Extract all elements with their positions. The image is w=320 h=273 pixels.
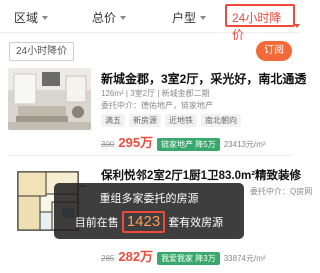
filter-bar: 区域 总价 户型 24小时降价 [0,0,300,42]
current-price: 295万 [118,135,154,150]
filter-24h-label: 24小时降价 [232,11,282,42]
current-price: 282万 [118,249,154,264]
filter-area-label: 区域 [14,11,39,25]
tag: 新房源 [129,114,161,127]
chevron-down-icon [200,15,207,20]
listing-count-toast: 重组多家委托的房源 目前在售 1423 套有效房源 [54,183,244,239]
old-price: 285 [101,254,115,263]
listing-price-row: 300 295万 链家地产 降5万 23413元/m² [101,132,266,151]
toast-prefix: 目前在售 [74,217,119,229]
filter-total-price[interactable]: 总价 [92,9,127,26]
listing-agent: 委托中介：德佑地产，链家地产 [101,101,213,110]
listing-info: 126m² | 3室2厅 | 新城金郡二期 [101,89,210,98]
chevron-down-icon [42,15,49,20]
price-drop-badge: 链家地产 降5万 [157,138,220,151]
listing-title: 新城金郡，3室2厅，采光好，南北通透 [101,72,307,86]
tag: 南北朝向 [201,114,241,127]
tag: 近地铁 [165,114,197,127]
filter-layout[interactable]: 户型 [172,9,207,26]
chevron-down-icon [294,24,300,28]
listing-photo [8,68,91,130]
price-drop-badge: 我爱我家 降3万 [157,252,220,265]
unit-price: 33874元/m² [223,254,266,263]
toast-line2: 目前在售 1423 套有效房源 [54,211,244,233]
listing-agent: 委托中介：Q房网 [250,187,313,196]
filter-24h-price-drop[interactable]: 24小时降价 [232,9,300,43]
listing-count: 1423 [121,211,166,233]
selected-filter-chip[interactable]: 24小时降价 [9,42,75,61]
filter-layout-label: 户型 [172,11,197,25]
chevron-down-icon [120,15,127,20]
tag: 满五 [101,114,125,127]
toast-line1: 重组多家委托的房源 [99,193,199,205]
filter-total-price-label: 总价 [92,11,117,25]
listing-price-row: 285 282万 我爱我家 降3万 33874元/m² [101,246,266,265]
listing-title: 保利悦邻2室2厅1厨1卫83.0m²精致装修 [101,170,302,182]
filter-area[interactable]: 区域 [14,9,49,26]
old-price: 300 [101,140,115,149]
subscribe-button[interactable]: 订阅 [256,41,292,61]
listing-tags: 满五 新房源 近地铁 南北朝向 [101,114,241,127]
divider [8,155,292,156]
unit-price: 23413元/m² [223,140,266,149]
toast-suffix: 套有效房源 [168,217,224,229]
